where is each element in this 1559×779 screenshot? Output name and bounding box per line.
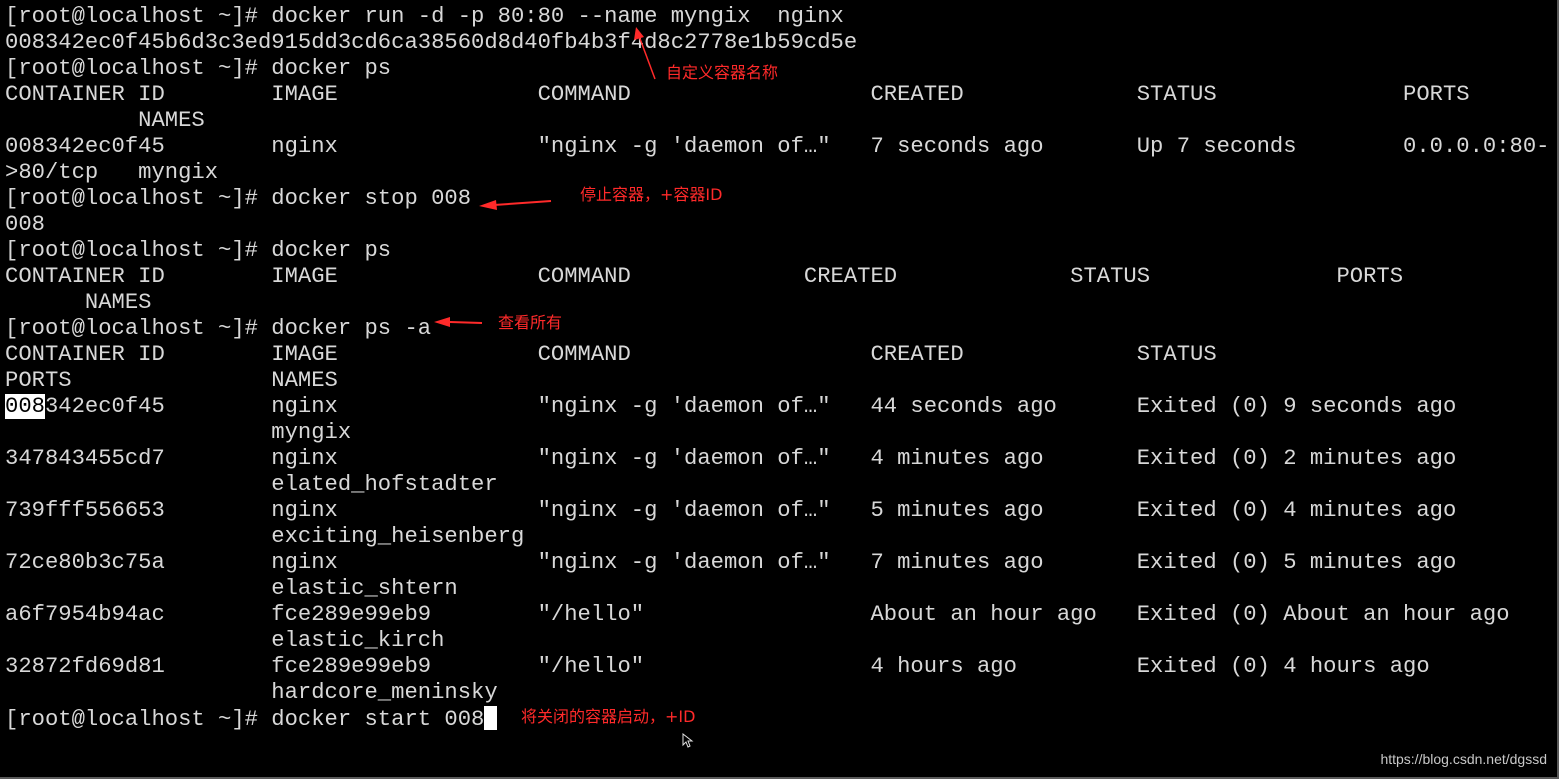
red-arrow-icon xyxy=(434,27,656,327)
mouse-pointer-icon xyxy=(682,733,694,748)
annotation-view-all: 查看所有 xyxy=(498,313,563,332)
annotation-stop: 停止容器，+容器ID xyxy=(580,185,723,204)
watermark: https://blog.csdn.net/dgssd xyxy=(1380,751,1547,767)
annotation-start: 将关闭的容器启动，+ID xyxy=(521,707,696,726)
annotation-custom-name: 自定义容器名称 xyxy=(666,63,779,82)
terminal-window[interactable]: [root@localhost ~]# docker run -d -p 80:… xyxy=(0,0,1559,779)
